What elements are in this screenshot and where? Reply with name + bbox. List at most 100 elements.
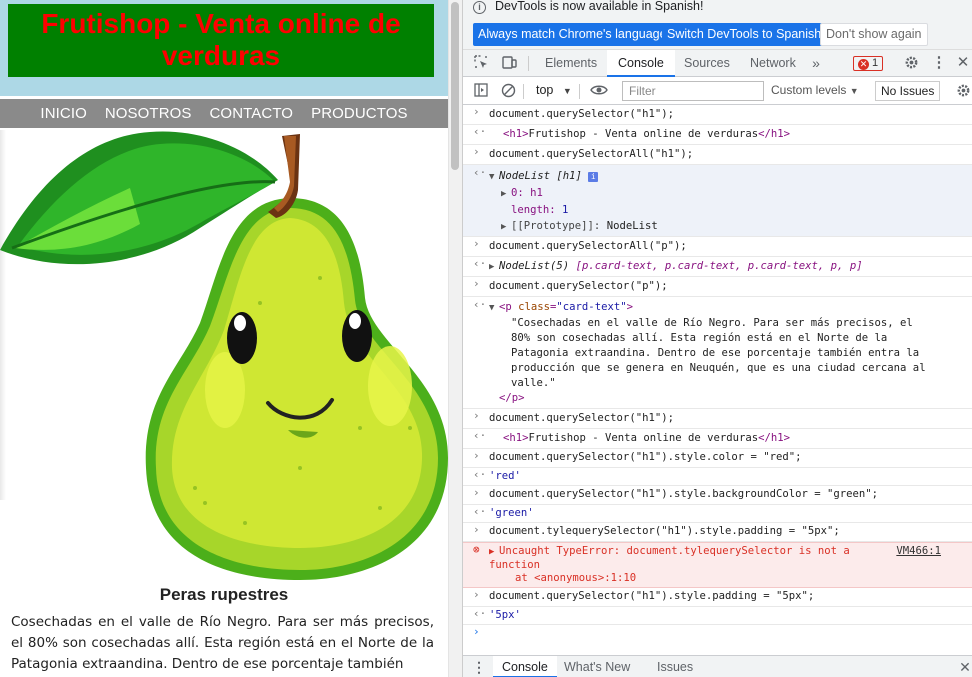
pear-image bbox=[0, 131, 448, 580]
inspect-element-icon[interactable] bbox=[473, 55, 489, 71]
result-arrow-icon: ‹· bbox=[473, 607, 487, 620]
console-command: document.querySelector("h1").style.color… bbox=[489, 451, 802, 463]
clear-console-icon[interactable] bbox=[500, 83, 516, 99]
console-settings-gear-icon[interactable] bbox=[955, 83, 971, 99]
dont-show-again-button[interactable]: Don't show again bbox=[820, 23, 928, 46]
drawer-tabbar: ⋮ Console What's New Issues ✕ bbox=[463, 655, 972, 677]
device-toolbar-icon[interactable] bbox=[501, 55, 517, 71]
toolbar-divider bbox=[523, 84, 524, 99]
chevron-down-icon: ▼ bbox=[562, 86, 572, 96]
nav-link-nosotros[interactable]: NOSOTROS bbox=[105, 105, 192, 122]
expand-triangle-icon[interactable]: ▶ bbox=[489, 262, 499, 272]
match-language-button[interactable]: Always match Chrome's language bbox=[473, 23, 672, 46]
console-input-row: › document.tylequerySelector("h1").style… bbox=[463, 523, 972, 542]
console-error-row: ⊗ ▶ Uncaught TypeError: document.tylequer… bbox=[463, 542, 972, 588]
console-input-row: › document.querySelector("h1"); bbox=[463, 409, 972, 429]
close-devtools-icon[interactable]: ✕ bbox=[955, 55, 971, 71]
result-arrow-icon: ‹· bbox=[473, 429, 487, 442]
console-result-row[interactable]: ‹· ▶ NodeList(5) [p.card-text, p.card-tex… bbox=[463, 257, 972, 277]
paragraph-text-line: 80% son cosechadas allí. Esta región est… bbox=[511, 332, 888, 344]
drawer-menu-icon[interactable]: ⋮ bbox=[471, 659, 487, 675]
page-title: Frutishop - Venta online de verduras bbox=[8, 4, 434, 77]
close-drawer-icon[interactable]: ✕ bbox=[957, 659, 972, 675]
devtools-panel: i DevTools is now available in Spanish! … bbox=[462, 0, 972, 677]
console-result: 'green' bbox=[489, 507, 534, 519]
devtools-tabbar: Elements Console Sources Network » ✕ 1 ⋮ … bbox=[463, 50, 972, 77]
tab-network[interactable]: Network bbox=[750, 50, 796, 77]
console-result: '5px' bbox=[489, 609, 521, 621]
console-command: document.querySelector("p"); bbox=[489, 280, 668, 292]
paragraph-text-line: Patagonia extraandina. Dentro de ese por… bbox=[511, 347, 920, 359]
navbar: INICIO NOSOTROS CONTACTO PRODUCTOS bbox=[0, 99, 448, 128]
console-command: document.querySelectorAll("h1"); bbox=[489, 148, 694, 160]
result-arrow-icon: ‹· bbox=[473, 257, 487, 270]
console-input-row: › document.querySelector("p"); bbox=[463, 277, 972, 297]
expand-triangle-icon[interactable]: ▼ bbox=[489, 301, 499, 316]
nodelist-label: NodeList [h1] bbox=[499, 170, 582, 182]
nav-link-contacto[interactable]: CONTACTO bbox=[210, 105, 294, 122]
card-title: Peras rupestres bbox=[159, 585, 289, 604]
error-icon: ✕ bbox=[858, 59, 869, 70]
page-scrollbar-thumb[interactable] bbox=[451, 2, 459, 170]
console-result-row: ‹· 'green' bbox=[463, 505, 972, 523]
expand-triangle-icon[interactable]: ▶ bbox=[501, 219, 511, 235]
switch-spanish-button[interactable]: Switch DevTools to Spanish bbox=[662, 23, 827, 46]
console-result-row[interactable]: ‹· ▼ <p class="card-text"> "Cosechadas en… bbox=[463, 297, 972, 409]
more-options-icon[interactable]: ⋮ bbox=[931, 55, 947, 71]
tab-console[interactable]: Console bbox=[607, 50, 675, 77]
issues-button[interactable]: No Issues bbox=[875, 81, 941, 101]
expand-triangle-icon[interactable]: ▶ bbox=[489, 546, 499, 559]
console-prompt-input[interactable]: › bbox=[463, 625, 972, 647]
nodelist-value: 1 bbox=[562, 204, 569, 216]
nodelist-value: h1 bbox=[530, 187, 543, 199]
drawer-tab-issues[interactable]: Issues bbox=[657, 656, 693, 677]
more-tabs-chevron-icon[interactable]: » bbox=[808, 55, 824, 71]
console-input-row: › document.querySelector("h1"); bbox=[463, 105, 972, 125]
console-command: document.querySelector("h1").style.paddi… bbox=[489, 590, 815, 602]
result-arrow-icon: ‹· bbox=[473, 125, 487, 138]
console-filter-input[interactable]: Filter bbox=[622, 81, 764, 101]
nodelist-value: NodeList bbox=[606, 220, 658, 232]
console-output[interactable]: › document.querySelector("h1"); ‹· <h1>F… bbox=[463, 105, 972, 655]
paragraph-text-line: producción que se genera en Neuquén, que… bbox=[511, 362, 926, 374]
attr-value: "card-text" bbox=[556, 301, 627, 313]
nodelist-items: [p.card-text, p.card-text, p.card-text, … bbox=[575, 260, 863, 272]
prompt-chevron-icon: › bbox=[473, 486, 480, 499]
console-command: document.querySelector("h1"); bbox=[489, 412, 674, 424]
nav-link-productos[interactable]: PRODUCTOS bbox=[311, 105, 407, 122]
console-result: Frutishop - Venta online de verduras bbox=[528, 432, 759, 444]
infobar-message: DevTools is now available in Spanish! bbox=[495, 0, 704, 13]
error-source-link[interactable]: VM466:1 bbox=[896, 545, 941, 558]
drawer-tab-console[interactable]: Console bbox=[493, 656, 557, 677]
result-arrow-icon: ‹· bbox=[473, 505, 487, 518]
tab-elements[interactable]: Elements bbox=[545, 50, 597, 77]
page-header: Frutishop - Venta online de verduras bbox=[0, 0, 448, 96]
nav-link-inicio[interactable]: INICIO bbox=[40, 105, 86, 122]
error-message: function bbox=[489, 559, 541, 571]
prompt-chevron-icon: › bbox=[473, 105, 480, 118]
info-icon: i bbox=[473, 1, 486, 14]
console-command: document.querySelectorAll("p"); bbox=[489, 240, 687, 252]
context-selector-label: top bbox=[536, 83, 554, 97]
console-input-row: › document.querySelector("h1").style.bac… bbox=[463, 486, 972, 505]
tab-sources[interactable]: Sources bbox=[684, 50, 730, 77]
console-result: Frutishop - Venta online de verduras bbox=[528, 128, 759, 140]
console-toolbar: top ▼ Filter Custom levels ▼ No Issues bbox=[463, 78, 972, 105]
console-result: 'red' bbox=[489, 470, 521, 482]
console-result-row: ‹· '5px' bbox=[463, 607, 972, 625]
error-stack: at <anonymous>:1:10 bbox=[515, 572, 637, 584]
console-result-row[interactable]: ‹· ▼ NodeList [h1] i ▶ 0: h1 length: 1 ▶[[… bbox=[463, 165, 972, 237]
log-levels-dropdown[interactable]: Custom levels ▼ bbox=[771, 83, 859, 97]
drawer-tab-whats-new[interactable]: What's New bbox=[564, 656, 630, 677]
settings-gear-icon[interactable] bbox=[903, 55, 919, 71]
expand-triangle-icon[interactable]: ▶ bbox=[501, 186, 511, 202]
sidebar-toggle-icon[interactable] bbox=[473, 83, 489, 99]
context-selector[interactable]: top ▼ bbox=[536, 83, 572, 97]
error-count-badge[interactable]: ✕ 1 bbox=[853, 56, 884, 71]
prompt-chevron-icon: › bbox=[473, 588, 480, 601]
console-input-row: › document.querySelector("h1").style.col… bbox=[463, 449, 972, 468]
console-input-row: › document.querySelectorAll("h1"); bbox=[463, 145, 972, 165]
card-text: Cosechadas en el valle de Río Negro. Par… bbox=[11, 614, 434, 672]
live-expression-eye-icon[interactable] bbox=[590, 83, 608, 99]
expand-triangle-icon[interactable]: ▼ bbox=[489, 169, 499, 185]
